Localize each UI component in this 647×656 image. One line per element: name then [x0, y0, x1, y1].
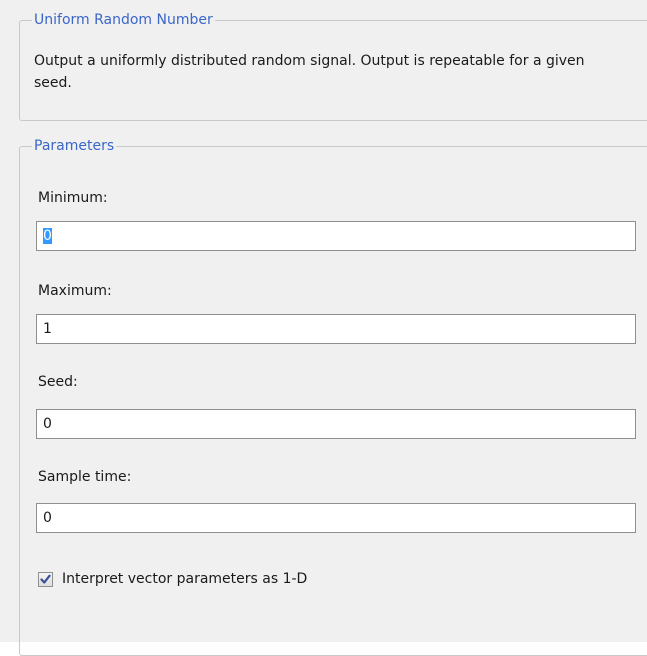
- block-title: Uniform Random Number: [32, 11, 215, 29]
- interpret-vector-label: Interpret vector parameters as 1-D: [62, 571, 308, 587]
- interpret-vector-row[interactable]: Interpret vector parameters as 1-D: [38, 569, 307, 589]
- parameters-group: Parameters Minimum: Maximum: Seed: Sampl…: [19, 137, 647, 656]
- minimum-label: Minimum:: [38, 190, 108, 206]
- sample-time-label: Sample time:: [38, 469, 132, 485]
- block-description: Output a uniformly distributed random si…: [34, 53, 585, 91]
- maximum-input[interactable]: [36, 314, 636, 344]
- block-description-group: Uniform Random Number Output a uniformly…: [19, 11, 647, 121]
- block-parameters-dialog: Uniform Random Number Output a uniformly…: [0, 0, 647, 656]
- checkmark-icon: [40, 574, 51, 584]
- seed-input[interactable]: [36, 409, 636, 439]
- parameters-title: Parameters: [32, 137, 117, 155]
- seed-label: Seed:: [38, 374, 78, 390]
- interpret-vector-checkbox[interactable]: [38, 571, 53, 587]
- sample-time-input[interactable]: [36, 503, 636, 533]
- maximum-label: Maximum:: [38, 283, 112, 299]
- minimum-input[interactable]: [36, 221, 636, 251]
